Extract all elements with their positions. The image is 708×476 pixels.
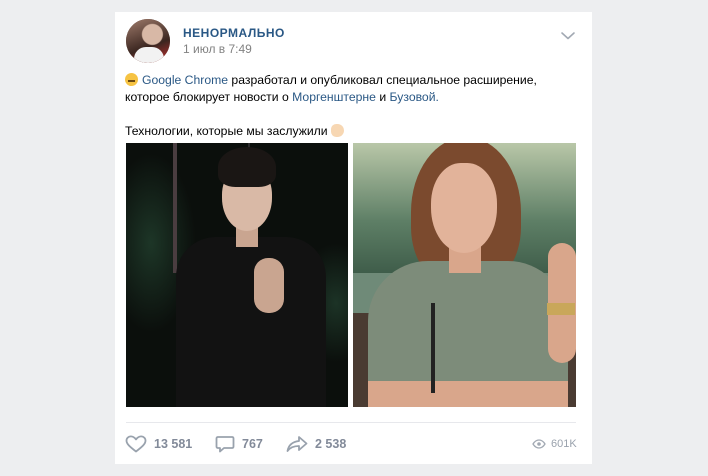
- divider: [126, 422, 576, 423]
- comments-count: 767: [242, 437, 263, 451]
- avatar[interactable]: [126, 19, 170, 63]
- clapping-hands-icon: [330, 124, 344, 137]
- link-buzova[interactable]: Бузовой.: [390, 90, 439, 104]
- eye-icon: [532, 439, 546, 449]
- shares-count: 2 538: [315, 437, 347, 451]
- likes-count: 13 581: [154, 437, 193, 451]
- chevron-down-icon[interactable]: [560, 29, 576, 41]
- views-count: 601K: [551, 438, 577, 450]
- post-photo-right[interactable]: [353, 143, 576, 407]
- post-card: НЕНОРМАЛЬНО 1 июл в 7:49 Google Chrome р…: [115, 12, 592, 464]
- link-morgenshtern[interactable]: Моргенштерне: [292, 90, 376, 104]
- comment-icon: [215, 436, 235, 453]
- comment-button[interactable]: 767: [215, 435, 263, 453]
- share-button[interactable]: 2 538: [286, 435, 346, 453]
- post-photo-left[interactable]: [126, 143, 348, 407]
- zipper-mouth-face-icon: [125, 73, 138, 86]
- post-text: Google Chrome разработал и опубликовал с…: [125, 72, 580, 140]
- post-text-part: которое блокирует новости о: [125, 90, 293, 104]
- post-text-part: и: [375, 90, 390, 104]
- post-text-part: Технологии, которые мы заслужили: [125, 124, 328, 138]
- views-counter: 601K: [532, 436, 577, 452]
- share-icon: [286, 436, 308, 452]
- post-text-part: разработал и опубликовал специальное рас…: [228, 73, 537, 87]
- link-google-chrome[interactable]: Google Chrome: [142, 73, 228, 87]
- heart-icon: [125, 435, 147, 453]
- like-button[interactable]: 13 581: [125, 435, 192, 453]
- post-time[interactable]: 1 июл в 7:49: [183, 42, 252, 56]
- channel-name[interactable]: НЕНОРМАЛЬНО: [183, 26, 285, 40]
